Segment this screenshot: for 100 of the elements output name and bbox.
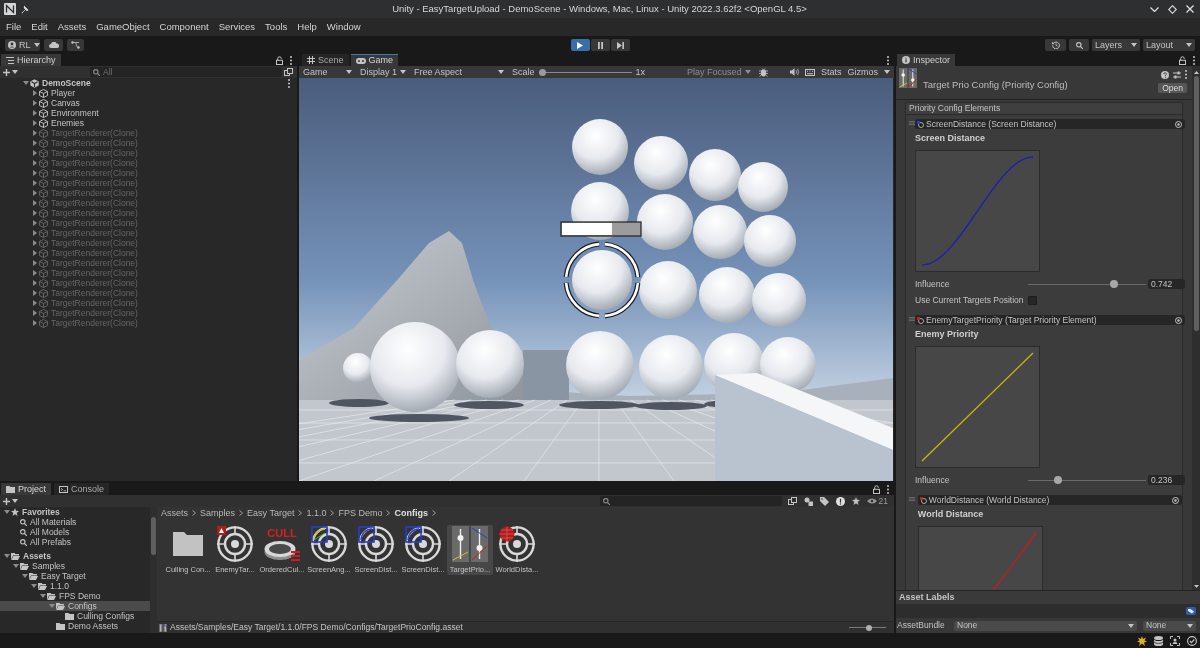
filter-type-button[interactable] xyxy=(803,496,813,506)
tab[interactable]: Scene xyxy=(302,54,349,66)
checkbox[interactable] xyxy=(1028,295,1037,305)
menu-item[interactable]: Services xyxy=(218,22,256,32)
collab-button[interactable] xyxy=(67,39,84,51)
slider-thumb[interactable] xyxy=(1109,280,1118,288)
object-field[interactable]: ScreenDistance (Screen Distance) xyxy=(915,119,1185,129)
menu-item[interactable]: Help xyxy=(297,22,317,32)
labels-button[interactable] xyxy=(1186,607,1196,615)
tree-item[interactable]: Favorites xyxy=(0,507,150,517)
scrollbar-thumb[interactable] xyxy=(1193,76,1199,331)
number-field[interactable]: 0.742 xyxy=(1148,279,1185,289)
slider-thumb[interactable] xyxy=(866,624,873,631)
slider-track[interactable] xyxy=(1028,280,1146,288)
account-dropdown[interactable]: RL xyxy=(5,39,40,51)
tree-item[interactable]: Canvas xyxy=(0,98,297,108)
tree-item[interactable]: All Models xyxy=(0,527,150,537)
shortcuts-button[interactable] xyxy=(804,68,815,76)
menu-item[interactable]: Component xyxy=(159,22,209,32)
view-dropdown[interactable]: Game xyxy=(300,66,355,78)
menu-item[interactable]: Tools xyxy=(265,22,288,32)
status-button[interactable] xyxy=(1137,635,1147,646)
breadcrumb-link[interactable]: Samples xyxy=(200,508,236,518)
scrollbar[interactable] xyxy=(1192,66,1200,590)
menu-item[interactable]: Assets xyxy=(57,22,87,32)
tree-item[interactable]: 1.1.0 xyxy=(0,581,150,591)
status-button[interactable] xyxy=(1170,635,1180,646)
display-dropdown[interactable]: Display 1 xyxy=(357,66,409,78)
tree-item[interactable]: Samples xyxy=(0,561,150,571)
tab[interactable]: Console xyxy=(54,483,110,495)
scrollbar[interactable] xyxy=(150,507,157,633)
tree-item[interactable]: Environment xyxy=(0,108,297,118)
tab[interactable]: Game xyxy=(350,54,399,66)
menu-item[interactable]: GameObject xyxy=(96,22,150,32)
tab[interactable]: Inspector xyxy=(897,54,956,66)
tree-item[interactable]: Easy Target xyxy=(0,571,150,581)
tree-item[interactable]: Enemies xyxy=(0,118,297,128)
breadcrumb-link[interactable]: 1.1.0 xyxy=(306,508,327,518)
slider-track[interactable] xyxy=(849,624,886,631)
gizmos-menu-button[interactable] xyxy=(884,70,890,74)
hidden-packages-button[interactable]: 21 xyxy=(866,496,888,506)
play-button[interactable] xyxy=(570,39,590,51)
object-field[interactable]: WorldDistance (World Distance) xyxy=(917,495,1182,505)
slider-thumb[interactable] xyxy=(538,68,546,76)
pause-button[interactable] xyxy=(590,39,610,51)
scene-picker-button[interactable] xyxy=(787,497,797,505)
close-button[interactable] xyxy=(1186,5,1194,13)
minimize-button[interactable] xyxy=(1150,6,1159,12)
add-button[interactable] xyxy=(3,68,18,76)
number-field[interactable]: 0.236 xyxy=(1148,475,1185,485)
slider-thumb[interactable] xyxy=(1053,476,1062,484)
status-button[interactable] xyxy=(1154,635,1163,646)
filter-label-button[interactable] xyxy=(819,496,829,506)
tree-item[interactable]: Demo Assets xyxy=(0,621,150,631)
search-field[interactable] xyxy=(599,496,782,506)
slider-track[interactable] xyxy=(1028,476,1146,484)
presets-button[interactable] xyxy=(1173,70,1181,79)
tree-item[interactable]: Assets xyxy=(0,551,150,561)
status-button[interactable] xyxy=(1187,635,1197,646)
menu-item[interactable]: Edit xyxy=(31,22,48,32)
curve-field[interactable] xyxy=(915,150,1040,272)
object-field[interactable]: EnemyTargetPriority (Target Priority Element) xyxy=(915,315,1185,325)
curve-field[interactable] xyxy=(915,346,1040,468)
scrollbar-thumb[interactable] xyxy=(151,517,156,555)
tree-item[interactable]: All Materials xyxy=(0,517,150,527)
step-button[interactable] xyxy=(610,39,630,51)
gizmos-button[interactable]: Gizmos xyxy=(847,67,878,77)
tree-item[interactable]: DemoScene xyxy=(0,78,297,88)
help-button[interactable] xyxy=(1161,70,1169,79)
tab[interactable]: Hierarchy xyxy=(1,54,61,66)
asset-bundle-dropdown[interactable]: None xyxy=(954,620,1137,631)
favorite-button[interactable] xyxy=(851,497,860,505)
variant-dropdown[interactable]: None xyxy=(1143,620,1196,631)
log-button[interactable] xyxy=(835,496,845,506)
add-button[interactable] xyxy=(3,497,18,505)
breadcrumb-link[interactable]: Easy Target xyxy=(247,508,295,518)
scene-picker-button[interactable] xyxy=(284,68,293,76)
search-button[interactable] xyxy=(1069,39,1089,51)
breadcrumb-link[interactable]: FPS Demo xyxy=(338,508,383,518)
audio-button[interactable] xyxy=(789,68,799,76)
breadcrumb-link[interactable]: Assets xyxy=(161,508,188,518)
history-button[interactable] xyxy=(1045,39,1066,51)
maximize-button[interactable] xyxy=(1168,4,1177,14)
tree-item[interactable]: FPS Demo xyxy=(0,591,150,601)
aspect-dropdown[interactable]: Free Aspect xyxy=(411,66,507,78)
target-icon xyxy=(311,526,347,562)
tree-item[interactable]: Culling Configs xyxy=(0,611,150,621)
tree-item[interactable]: Configs xyxy=(0,601,150,611)
tree-item[interactable]: Player xyxy=(0,88,297,98)
layers-dropdown[interactable]: Layers xyxy=(1092,39,1140,51)
menu-item[interactable]: File xyxy=(6,22,22,32)
layout-dropdown[interactable]: Layout xyxy=(1143,39,1195,51)
menu-item[interactable]: Window xyxy=(326,22,361,32)
stats-button[interactable]: Stats xyxy=(820,67,842,77)
bug-button[interactable] xyxy=(759,67,769,77)
cloud-button[interactable] xyxy=(44,39,63,51)
tab[interactable]: Project xyxy=(1,483,51,495)
breadcrumb-link[interactable]: Configs xyxy=(394,508,428,518)
open-button[interactable]: Open xyxy=(1158,83,1187,93)
tree-item[interactable]: All Prefabs xyxy=(0,537,150,547)
